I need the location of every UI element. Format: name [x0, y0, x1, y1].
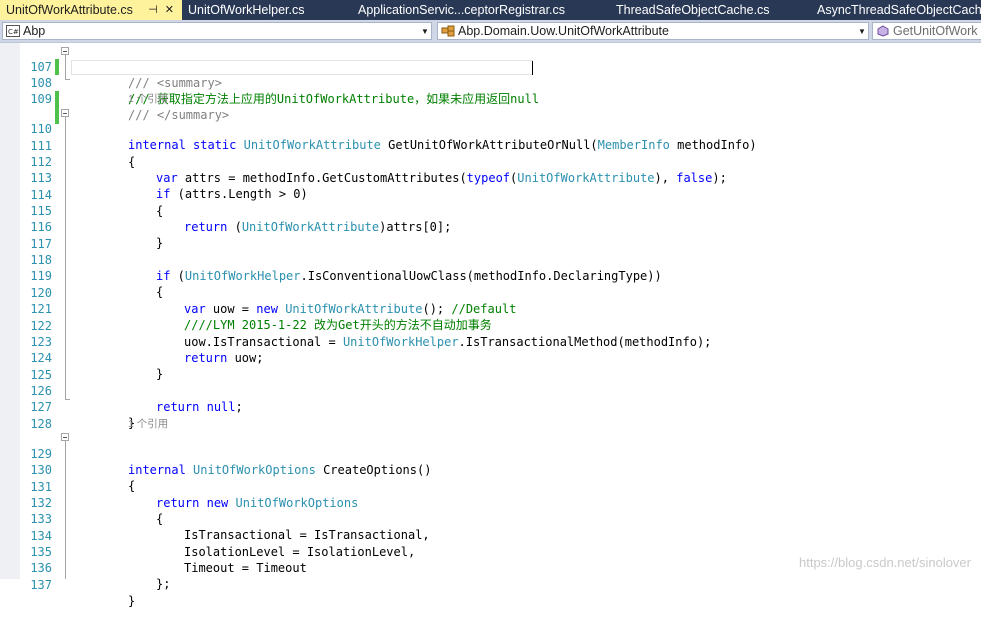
- code-line: 127 }: [0, 383, 981, 430]
- watermark: https://blog.csdn.net/sinolover: [799, 555, 971, 570]
- code-line: 111 {: [0, 122, 981, 169]
- code-line: 112 var attrs = methodInfo.GetCustomAttr…: [0, 138, 981, 185]
- code-line: 121 ////LYM 2015-1-22 改为Get开头的方法不自动加事务: [0, 285, 981, 332]
- code-line: 109 /// </summary>: [0, 75, 981, 122]
- tab-label: UnitOfWorkHelper.cs: [188, 3, 305, 17]
- tab-unitofworkattribute[interactable]: UnitOfWorkAttribute.cs ⊣ ✕: [0, 0, 182, 20]
- tab-label: AsyncThreadSafeObjectCach: [817, 3, 981, 17]
- project-name: Abp: [23, 24, 46, 38]
- code-line: 113 if (attrs.Length > 0): [0, 154, 981, 201]
- code-line: 118 if (UnitOfWorkHelper.IsConventionalU…: [0, 236, 981, 283]
- tab-label: UnitOfWorkAttribute.cs: [6, 3, 133, 17]
- code-line: 128: [0, 400, 981, 431]
- project-dropdown[interactable]: C# Abp ▼: [2, 22, 432, 40]
- code-line: 110 internal static UnitOfWorkAttribute …: [0, 105, 981, 152]
- document-tab-strip: UnitOfWorkAttribute.cs ⊣ ✕ UnitOfWorkHel…: [0, 0, 981, 20]
- code-line: 116 }: [0, 203, 981, 250]
- close-icon[interactable]: ✕: [165, 0, 174, 20]
- code-editor[interactable]: 107 /// <summary> 108 /// 获取指定方法上应用的Unit…: [0, 43, 981, 608]
- code-line: 130 {: [0, 446, 981, 493]
- tab-unitofworkhelper[interactable]: UnitOfWorkHelper.cs: [182, 0, 352, 20]
- type-dropdown[interactable]: Abp.Domain.Uow.UnitOfWorkAttribute ▼: [437, 22, 869, 40]
- code-line: 131 return new UnitOfWorkOptions: [0, 463, 981, 510]
- code-line: 132 {: [0, 479, 981, 526]
- tab-asyncthreadsafeobjectcache[interactable]: AsyncThreadSafeObjectCach: [811, 0, 981, 20]
- code-line: 107 /// <summary>: [0, 43, 981, 90]
- code-line: 133 IsTransactional = IsTransactional,: [0, 495, 981, 542]
- code-line: 135 Timeout = Timeout: [0, 528, 981, 575]
- tab-applicationservice-interceptor[interactable]: ApplicationServic...ceptorRegistrar.cs: [352, 0, 610, 20]
- code-line: 117: [0, 220, 981, 251]
- type-name: Abp.Domain.Uow.UnitOfWorkAttribute: [458, 24, 669, 38]
- code-line: 124 }: [0, 334, 981, 381]
- code-line: 126 return null;: [0, 367, 981, 414]
- tab-label: ApplicationServic...ceptorRegistrar.cs: [358, 3, 566, 17]
- line-number: 137: [30, 578, 52, 592]
- pin-icon[interactable]: ⊣: [148, 0, 158, 20]
- tab-label: ThreadSafeObjectCache.cs: [616, 3, 770, 17]
- code-line: 120 var uow = new UnitOfWorkAttribute();…: [0, 269, 981, 316]
- method-icon: [875, 24, 891, 38]
- code-line: 123 return uow;: [0, 318, 981, 365]
- codelens-references[interactable]: 1 个引用: [128, 417, 168, 431]
- code-line: 108 /// 获取指定方法上应用的UnitOfWorkAttribute，如果…: [0, 59, 981, 106]
- code-line: 134 IsolationLevel = IsolationLevel,: [0, 512, 981, 559]
- code-line: 114 {: [0, 171, 981, 218]
- chevron-down-icon[interactable]: ▼: [856, 27, 868, 36]
- tab-threadsafeobjectcache[interactable]: ThreadSafeObjectCache.cs: [610, 0, 811, 20]
- line-code: };: [156, 577, 171, 591]
- navigation-bar: C# Abp ▼ Abp.Domain.Uow.UnitOfWorkAttrib…: [0, 20, 981, 43]
- member-name: GetUnitOfWork: [893, 24, 978, 38]
- code-line: 115 return (UnitOfWorkAttribute)attrs[0]…: [0, 187, 981, 234]
- csharp-project-icon: C#: [5, 24, 21, 38]
- code-line: 125: [0, 351, 981, 382]
- code-line: 129 internal UnitOfWorkOptions CreateOpt…: [0, 430, 981, 477]
- code-line: 122 uow.IsTransactional = UnitOfWorkHelp…: [0, 302, 981, 349]
- code-line: 119 {: [0, 252, 981, 299]
- codelens-references[interactable]: 1 个引用: [128, 92, 168, 106]
- class-icon: [440, 24, 456, 38]
- chevron-down-icon[interactable]: ▼: [419, 27, 431, 36]
- svg-text:C#: C#: [8, 28, 19, 36]
- line-code: }: [128, 594, 136, 608]
- member-dropdown[interactable]: GetUnitOfWork: [872, 22, 981, 40]
